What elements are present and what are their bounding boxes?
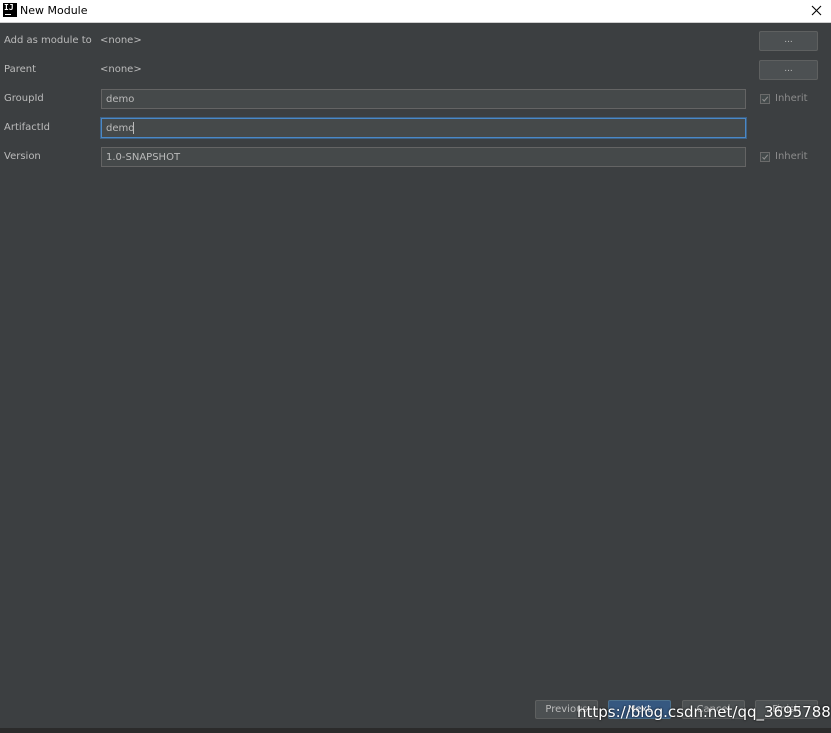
watermark-url: https://blog.csdn.net/qq_36957885 (577, 703, 831, 721)
artifact-id-label: ArtifactId (4, 122, 51, 133)
text-caret (133, 122, 134, 134)
window-titlebar: IJ New Module (0, 0, 831, 23)
bottom-strip (0, 728, 831, 733)
group-id-label: GroupId (4, 93, 44, 104)
intellij-app-icon: IJ (3, 3, 17, 17)
parent-browse-button[interactable]: ... (759, 60, 818, 80)
version-inherit-label: Inherit (775, 151, 808, 162)
checkbox-box (760, 152, 770, 162)
close-button[interactable] (801, 0, 831, 22)
group-id-inherit-label: Inherit (775, 93, 808, 104)
close-icon (811, 5, 822, 16)
add-as-module-to-browse-button[interactable]: ... (759, 31, 818, 51)
checkmark-icon (762, 154, 769, 160)
version-label: Version (4, 151, 41, 162)
checkmark-icon (762, 96, 769, 102)
add-as-module-to-value: <none> (100, 35, 142, 46)
artifact-id-input[interactable] (101, 118, 746, 138)
checkbox-box (760, 94, 770, 104)
parent-value: <none> (100, 64, 142, 75)
group-id-input[interactable] (101, 89, 746, 109)
version-input[interactable] (101, 147, 746, 167)
window-title: New Module (20, 4, 88, 17)
parent-label: Parent (4, 64, 37, 75)
add-as-module-to-label: Add as module to (4, 35, 92, 46)
